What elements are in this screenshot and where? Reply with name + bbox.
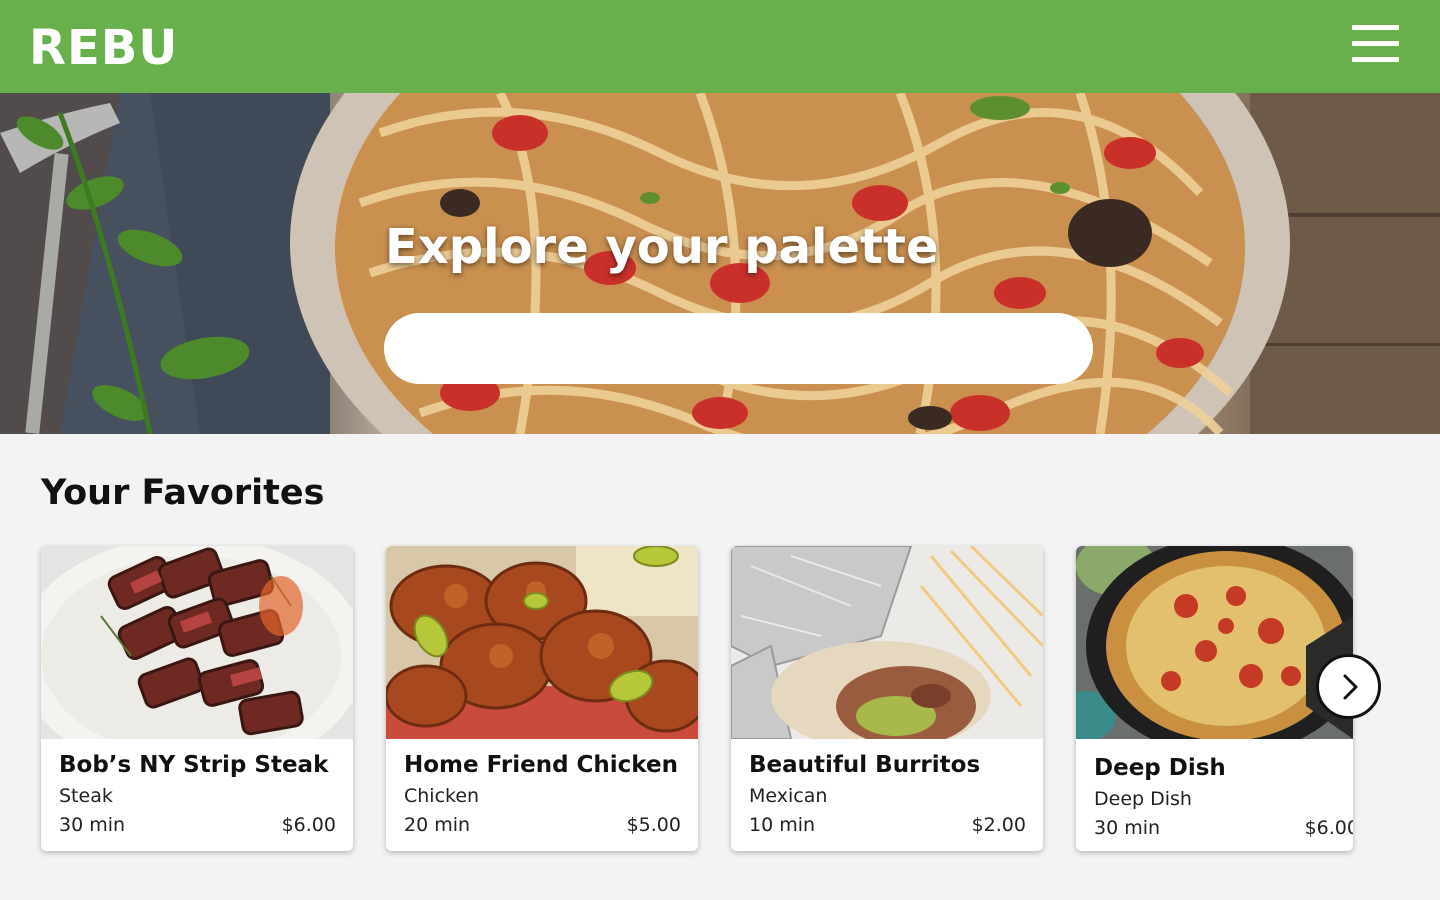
section-title-favorites: Your Favorites xyxy=(41,473,325,513)
card-title: Beautiful Burritos xyxy=(749,752,981,778)
favorite-card[interactable]: Deep Dish Deep Dish 30 min $6.00 xyxy=(1076,546,1353,851)
card-category: Chicken xyxy=(404,785,480,807)
card-price: $6.00 xyxy=(1304,817,1353,839)
card-title: Deep Dish xyxy=(1094,755,1226,781)
chevron-right-icon xyxy=(1343,674,1358,700)
card-image-chicken xyxy=(386,546,698,739)
card-price: $5.00 xyxy=(626,814,681,836)
card-price: $2.00 xyxy=(971,814,1026,836)
hero-banner: Explore your palette xyxy=(0,93,1440,434)
card-price: $6.00 xyxy=(281,814,336,836)
favorite-card[interactable]: Bob’s NY Strip Steak Steak 30 min $6.00 xyxy=(41,546,353,851)
favorite-card[interactable]: Beautiful Burritos Mexican 10 min $2.00 xyxy=(731,546,1043,851)
card-time: 30 min xyxy=(59,814,126,836)
hamburger-menu-icon[interactable] xyxy=(1352,25,1400,63)
carousel-next-button[interactable] xyxy=(1316,654,1381,719)
hero-title: Explore your palette xyxy=(385,219,939,275)
card-category: Mexican xyxy=(749,785,828,807)
card-time: 30 min xyxy=(1094,817,1161,839)
card-time: 10 min xyxy=(749,814,816,836)
card-image-deep-dish xyxy=(1076,546,1353,739)
favorite-card[interactable]: Home Friend Chicken Chicken 20 min $5.00 xyxy=(386,546,698,851)
search-input[interactable] xyxy=(384,313,1093,384)
card-image-steak xyxy=(41,546,353,739)
app-logo[interactable]: REBU xyxy=(29,20,178,76)
card-title: Home Friend Chicken xyxy=(404,752,678,778)
card-image-burrito xyxy=(731,546,1043,739)
card-time: 20 min xyxy=(404,814,471,836)
card-title: Bob’s NY Strip Steak xyxy=(59,752,329,778)
card-category: Steak xyxy=(59,785,113,807)
top-navigation-bar: REBU xyxy=(0,0,1440,93)
card-category: Deep Dish xyxy=(1094,788,1192,810)
